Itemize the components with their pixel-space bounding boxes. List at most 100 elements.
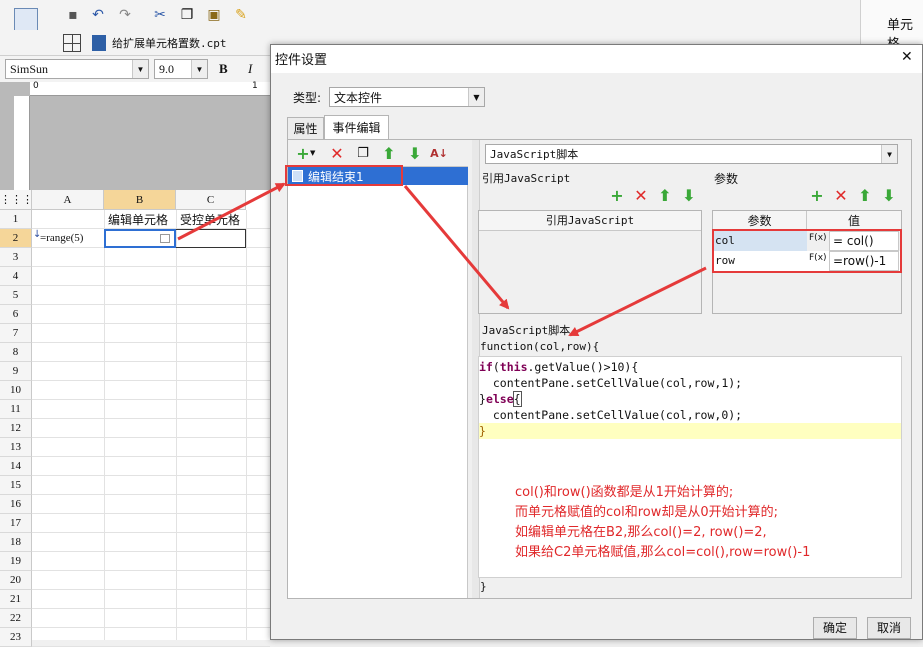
grid-line xyxy=(32,285,270,286)
code-line-3: }else{ xyxy=(479,391,522,407)
type-select[interactable]: 文本控件 ▼ xyxy=(329,87,485,107)
sort-icon[interactable]: A↓ xyxy=(430,144,448,162)
column-header-a[interactable]: A xyxy=(32,190,104,210)
grid-line xyxy=(32,418,270,419)
row-header[interactable]: 21 xyxy=(0,590,32,609)
row-header[interactable]: 5 xyxy=(0,286,32,305)
add-ref-js-icon[interactable]: + xyxy=(608,186,626,205)
italic-button[interactable]: I xyxy=(248,61,252,77)
cell-a2[interactable]: =range(5) xyxy=(40,232,83,244)
row-header[interactable]: 4 xyxy=(0,267,32,286)
template-file-icon xyxy=(92,35,106,51)
type-value: 文本控件 xyxy=(334,90,383,105)
column-header-c[interactable]: C xyxy=(176,190,246,210)
script-editor[interactable]: if(this.getValue()>10){ contentPane.setC… xyxy=(478,356,902,578)
row-header[interactable]: 17 xyxy=(0,514,32,533)
cell-b1[interactable]: 编辑单元格 xyxy=(108,211,168,228)
code-keyword: this xyxy=(499,360,528,374)
ref-js-table-header: 引用JavaScript xyxy=(479,211,701,231)
row-header[interactable]: 9 xyxy=(0,362,32,381)
params-table[interactable]: 参数 值 col F(x) = col() row F(x) =row()-1 xyxy=(712,210,902,314)
ok-button[interactable]: 确定 xyxy=(813,617,857,639)
column-header-b[interactable]: B xyxy=(104,190,176,210)
redo-icon[interactable]: ↷ xyxy=(115,5,135,25)
select-all-corner[interactable]: ⋮⋮⋮ xyxy=(0,190,33,210)
row-header[interactable]: 23 xyxy=(0,628,32,647)
cell-c1[interactable]: 受控单元格 xyxy=(180,211,240,228)
copy-event-icon[interactable]: ❐ xyxy=(354,144,372,162)
ref-js-table[interactable]: 引用JavaScript xyxy=(478,210,702,314)
main-toolbar: ▼ ▪ ↶ ↷ ✂ ❐ ▣ ✎ xyxy=(0,0,860,47)
grid-line xyxy=(32,304,270,305)
cut-icon[interactable]: ✂ xyxy=(150,5,170,25)
template-tab[interactable]: 给扩展单元格置数.cpt xyxy=(112,35,227,51)
bold-button[interactable]: B xyxy=(219,61,228,77)
grid-line xyxy=(32,551,270,552)
row-header[interactable]: 18 xyxy=(0,533,32,552)
code-text: ( xyxy=(492,360,500,374)
param-up-icon[interactable]: ⬆ xyxy=(856,186,874,205)
grid-line xyxy=(32,323,270,324)
copy-icon[interactable]: ❐ xyxy=(177,5,197,25)
row-header[interactable]: 11 xyxy=(0,400,32,419)
row-header[interactable]: 2 xyxy=(0,229,32,248)
format-brush-icon[interactable]: ✎ xyxy=(231,5,251,25)
grid-line xyxy=(32,399,270,400)
tab-event-edit[interactable]: 事件编辑 xyxy=(324,115,389,140)
script-type-select[interactable]: JavaScript脚本 ▼ xyxy=(485,144,898,164)
insert-cell-icon[interactable] xyxy=(63,34,81,52)
move-up-icon[interactable]: ⬆ xyxy=(380,144,398,163)
tab-properties[interactable]: 属性 xyxy=(287,117,324,139)
row-header[interactable]: 19 xyxy=(0,552,32,571)
row-header[interactable]: 13 xyxy=(0,438,32,457)
cancel-button[interactable]: 取消 xyxy=(867,617,911,639)
code-line-1: if(this.getValue()>10){ xyxy=(479,359,638,375)
annotation-line-2: 而单元格赋值的col和row却是从0开始计算的; xyxy=(515,505,779,520)
paste-icon[interactable]: ▣ xyxy=(204,5,224,25)
script-type-value: JavaScript脚本 xyxy=(490,148,579,161)
row-header[interactable]: 1 xyxy=(0,210,32,229)
spreadsheet-grid[interactable]: ⋮⋮⋮ A B C 1 2 3 4 5 6 7 8 9 10 11 12 13 14 15 16 17 18 19 2… xyxy=(0,190,270,647)
ruler-area: 0 1 xyxy=(0,81,270,190)
event-content-panel: + ▼ ✕ ❐ ⬆ ⬇ A↓ 编辑结束1 JavaScript脚本 ▼ 引用Ja… xyxy=(287,139,912,599)
row-header[interactable]: 10 xyxy=(0,381,32,400)
chevron-down-icon: ▼ xyxy=(881,145,897,163)
dialog-title: 控件设置 xyxy=(275,53,328,68)
ref-js-up-icon[interactable]: ⬆ xyxy=(656,186,674,205)
row-header[interactable]: 6 xyxy=(0,305,32,324)
delete-event-icon[interactable]: ✕ xyxy=(328,144,346,163)
ref-js-down-icon[interactable]: ⬇ xyxy=(680,186,698,205)
row-header[interactable]: 8 xyxy=(0,343,32,362)
move-down-icon[interactable]: ⬇ xyxy=(406,144,424,163)
grid-line xyxy=(32,380,270,381)
font-size-select[interactable]: 9.0 ▼ xyxy=(154,59,208,79)
script-section-label: JavaScript脚本 xyxy=(482,324,571,337)
grid-line xyxy=(32,608,270,609)
event-list[interactable]: 编辑结束1 xyxy=(288,166,468,598)
font-name-select[interactable]: SimSun ▼ xyxy=(5,59,149,79)
dropdown-arrow-icon[interactable]: ▼ xyxy=(310,149,315,157)
row-header[interactable]: 3 xyxy=(0,248,32,267)
font-name-value: SimSun xyxy=(10,61,49,76)
delete-ref-js-icon[interactable]: ✕ xyxy=(632,186,650,205)
close-icon[interactable]: ✕ xyxy=(901,49,913,65)
row-header[interactable]: 14 xyxy=(0,457,32,476)
row-header[interactable]: 22 xyxy=(0,609,32,628)
delete-param-icon[interactable]: ✕ xyxy=(832,186,850,205)
save-icon[interactable]: ▪ xyxy=(63,5,83,25)
row-header[interactable]: 15 xyxy=(0,476,32,495)
row-header[interactable]: 7 xyxy=(0,324,32,343)
code-line-2: contentPane.setCellValue(col,row,1); xyxy=(479,376,743,390)
row-header[interactable]: 16 xyxy=(0,495,32,514)
dialog-titlebar: 控件设置 ✕ xyxy=(271,45,922,73)
row-header[interactable]: 12 xyxy=(0,419,32,438)
type-label: 类型: xyxy=(293,91,322,105)
param-down-icon[interactable]: ⬇ xyxy=(880,186,898,205)
ruler-one: 1 xyxy=(252,81,258,91)
add-param-icon[interactable]: + xyxy=(808,186,826,205)
annotation-line-3: 如编辑单元格在B2,那么col()=2, row()=2, xyxy=(515,525,767,540)
code-line-4: contentPane.setCellValue(col,row,0); xyxy=(479,408,743,422)
row-header[interactable]: 20 xyxy=(0,571,32,590)
code-line-5: } xyxy=(479,423,901,439)
undo-icon[interactable]: ↶ xyxy=(88,5,108,25)
